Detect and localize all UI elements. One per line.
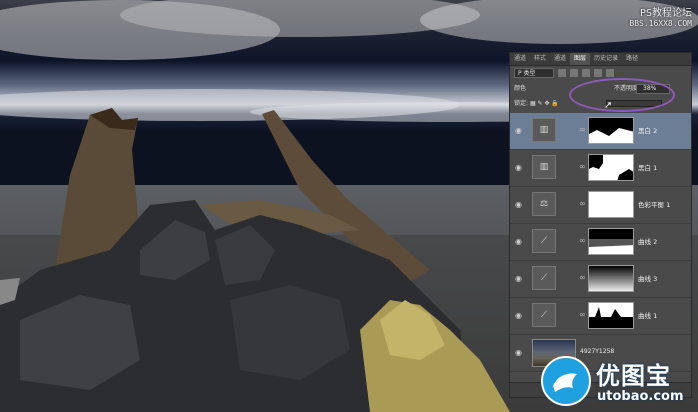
filter-kind-select[interactable]: P 类型 [514, 68, 554, 78]
visibility-eye-icon[interactable]: ◉ [515, 348, 522, 357]
filter-row: P 类型 [510, 66, 691, 80]
visibility-eye-icon[interactable]: ◉ [515, 200, 522, 209]
blend-mode-select[interactable]: 颜色 [514, 84, 570, 94]
bird-logo-icon [541, 356, 591, 406]
type-filter-icon[interactable] [582, 69, 590, 77]
smart-object-filter-icon[interactable] [606, 69, 614, 77]
layer-name: 黑白 1 [638, 164, 658, 172]
layer-name: 黑白 2 [638, 127, 658, 135]
layer-mask-thumbnail[interactable] [588, 265, 634, 292]
link-chain-icon[interactable]: ∞ [579, 310, 586, 319]
tab-paths[interactable]: 路径 [622, 53, 642, 65]
layers-list: ◉ ▥ ∞ 黑白 2 ◉ ▥ ∞ 黑白 1 ◉ ⚖ ∞ 色彩平衡 1 ◉ ⟋ ∞… [510, 113, 691, 372]
layer-mask-thumbnail[interactable] [588, 302, 634, 329]
watermark-line1: PS教程论坛 [639, 8, 692, 19]
layer-row[interactable]: ◉ ▥ ∞ 黑白 2 [510, 113, 691, 150]
link-chain-icon[interactable]: ∞ [579, 125, 586, 134]
link-chain-icon[interactable]: ∞ [579, 162, 586, 171]
highlight-circle [569, 78, 675, 112]
layer-row[interactable]: ◉ ⚖ ∞ 色彩平衡 1 [510, 187, 691, 224]
visibility-eye-icon[interactable]: ◉ [515, 274, 522, 283]
layer-row[interactable]: ◉ ⟋ ∞ 曲线 2 [510, 224, 691, 261]
tab-layers[interactable]: 图层 [570, 53, 591, 65]
shape-filter-icon[interactable] [594, 69, 602, 77]
cursor-icon: ➚ [604, 100, 613, 111]
color-balance-icon: ⚖ [532, 192, 556, 216]
layer-mask-thumbnail[interactable] [588, 228, 634, 255]
black-white-icon: ▥ [532, 155, 556, 179]
layer-name: 4927Y1258 [580, 348, 615, 355]
visibility-eye-icon[interactable]: ◉ [515, 311, 522, 320]
layer-name: 曲线 1 [638, 312, 658, 320]
layer-row[interactable]: ◉ ▥ ∞ 黑白 1 [510, 150, 691, 187]
layer-mask-thumbnail[interactable] [588, 154, 634, 181]
tab-channels-2[interactable]: 通道 [550, 53, 570, 65]
curves-icon: ⟋ [532, 229, 556, 253]
tab-channels-1[interactable]: 通道 [510, 53, 530, 65]
layer-row[interactable]: ◉ ⟋ ∞ 曲线 1 [510, 298, 691, 335]
link-chain-icon[interactable]: ∞ [579, 199, 586, 208]
layer-row[interactable]: ◉ ⟋ ∞ 曲线 3 [510, 261, 691, 298]
black-white-icon: ▥ [532, 118, 556, 142]
tab-history[interactable]: 历史记录 [590, 53, 622, 65]
lock-label: 锁定: [514, 100, 529, 107]
lock-all-icon[interactable]: 🔒 [551, 100, 558, 107]
panel-tabbar: 通道 样式 通道 图层 历史记录 路径 [510, 53, 691, 66]
watermark-line2: BBS.16XX8.COM [629, 19, 692, 28]
pixel-filter-icon[interactable] [558, 69, 566, 77]
layer-name: 色彩平衡 1 [638, 201, 671, 209]
watermark-bottom: 优图宝 utobao.com [541, 356, 693, 408]
layer-name: 曲线 2 [638, 238, 658, 246]
layer-name: 曲线 3 [638, 275, 658, 283]
curves-icon: ⟋ [532, 303, 556, 327]
layer-mask-thumbnail[interactable] [588, 191, 634, 218]
link-chain-icon[interactable]: ∞ [579, 236, 586, 245]
visibility-eye-icon[interactable]: ◉ [515, 126, 522, 135]
link-chain-icon[interactable]: ∞ [579, 273, 586, 282]
lock-transparency-icon[interactable]: ▦ [530, 100, 538, 107]
adjustment-filter-icon[interactable] [570, 69, 578, 77]
visibility-eye-icon[interactable]: ◉ [515, 237, 522, 246]
watermark-brand-cn: 优图宝 [596, 362, 671, 390]
tab-styles[interactable]: 样式 [530, 53, 550, 65]
curves-icon: ⟋ [532, 266, 556, 290]
layer-mask-thumbnail[interactable] [588, 117, 634, 144]
watermark-top: PS教程论坛 BBS.16XX8.COM [629, 4, 692, 28]
watermark-brand-en: utobao.com [597, 389, 684, 404]
visibility-eye-icon[interactable]: ◉ [515, 163, 522, 172]
